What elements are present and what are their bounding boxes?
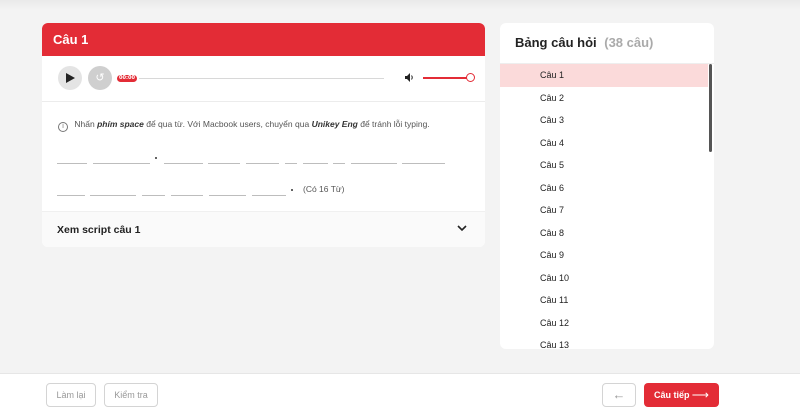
word-blank[interactable] <box>209 195 246 196</box>
question-list-item[interactable]: Câu 8 <box>500 222 708 245</box>
question-list-item[interactable]: Câu 13 <box>500 334 708 349</box>
word-blank[interactable] <box>285 163 297 164</box>
question-count: (38 câu) <box>604 35 654 50</box>
question-list-item[interactable]: Câu 5 <box>500 154 708 177</box>
word-blank[interactable] <box>402 163 445 164</box>
question-list-item[interactable]: Câu 6 <box>500 177 708 200</box>
panel-title-text: Bảng câu hỏi <box>515 35 597 50</box>
question-list-item[interactable]: Câu 1 <box>500 64 708 87</box>
audio-time: 00:00 <box>117 75 137 82</box>
panel-title: Bảng câu hỏi (38 câu) <box>515 35 653 50</box>
word-blank[interactable] <box>90 195 136 196</box>
punctuation-dot <box>155 157 157 159</box>
volume-icon[interactable] <box>404 72 415 83</box>
hint-ime: Unikey Eng <box>311 119 358 129</box>
hint-suffix: để tránh lỗi typing. <box>360 119 430 129</box>
next-label: Câu tiếp <box>654 390 690 400</box>
question-list-item[interactable]: Câu 3 <box>500 109 708 132</box>
script-label: Xem script câu 1 <box>57 224 141 236</box>
hint-prefix: Nhấn <box>74 119 95 129</box>
arrow-right-icon: ⟶ <box>691 388 709 402</box>
word-blank[interactable] <box>333 163 345 164</box>
word-blank[interactable] <box>57 163 87 164</box>
play-button[interactable] <box>58 66 82 90</box>
question-list-item[interactable]: Câu 7 <box>500 199 708 222</box>
previous-button[interactable]: ← <box>602 383 636 407</box>
question-list-item[interactable]: Câu 11 <box>500 289 708 312</box>
retry-button[interactable]: Làm lại <box>46 383 96 407</box>
play-icon <box>66 73 75 83</box>
arrow-left-icon: ← <box>612 387 626 402</box>
hint-middle: để qua từ. Với Macbook users, chuyển qua <box>146 119 310 129</box>
audio-progress-bar[interactable] <box>139 78 384 79</box>
next-question-button[interactable]: Câu tiếp ⟶ <box>644 383 719 407</box>
replay-button[interactable]: ↺ <box>88 66 112 90</box>
footer-bar: Làm lại Kiểm tra ← Câu tiếp ⟶ <box>0 373 800 411</box>
word-blank[interactable] <box>246 163 279 164</box>
check-button[interactable]: Kiểm tra <box>104 383 158 407</box>
question-list-item[interactable]: Câu 9 <box>500 244 708 267</box>
word-blank[interactable] <box>142 195 165 196</box>
word-blank[interactable] <box>351 163 397 164</box>
word-blank[interactable] <box>171 195 203 196</box>
audio-player: ↺ 00:00 <box>42 56 485 102</box>
question-list-scrollbar[interactable] <box>709 64 712 152</box>
word-blank[interactable] <box>93 163 150 164</box>
volume-slider-handle[interactable] <box>466 73 475 82</box>
word-count: (Có 16 Từ) <box>303 184 345 194</box>
typing-hint: i Nhấn phím space để qua từ. Với Macbook… <box>58 119 430 132</box>
script-toggle[interactable]: Xem script câu 1 <box>42 211 485 247</box>
word-blank[interactable] <box>208 163 240 164</box>
question-list-item[interactable]: Câu 4 <box>500 132 708 155</box>
word-blank[interactable] <box>164 163 203 164</box>
hint-key: phím space <box>97 119 144 129</box>
word-blank[interactable] <box>252 195 286 196</box>
volume-slider[interactable] <box>423 77 469 79</box>
question-list-item[interactable]: Câu 10 <box>500 267 708 290</box>
word-blank[interactable] <box>303 163 328 164</box>
question-list: Câu 1 Câu 2 Câu 3 Câu 4 Câu 5 Câu 6 Câu 7 Câu 8… <box>500 64 708 349</box>
punctuation-dot <box>291 189 293 191</box>
question-panel: Bảng câu hỏi (38 câu) Câu 1 Câu 2 Câu 3 Câu… <box>500 23 714 349</box>
replay-icon: ↺ <box>95 72 105 84</box>
question-list-item[interactable]: Câu 2 <box>500 87 708 110</box>
info-icon: i <box>58 122 68 132</box>
chevron-down-icon <box>457 225 467 232</box>
question-title: Câu 1 <box>42 23 485 56</box>
question-card: Câu 1 ↺ 00:00 i Nhấn phím space để qua t… <box>42 23 485 247</box>
top-shade <box>0 0 800 10</box>
question-list-item[interactable]: Câu 12 <box>500 312 708 335</box>
word-blank[interactable] <box>57 195 85 196</box>
